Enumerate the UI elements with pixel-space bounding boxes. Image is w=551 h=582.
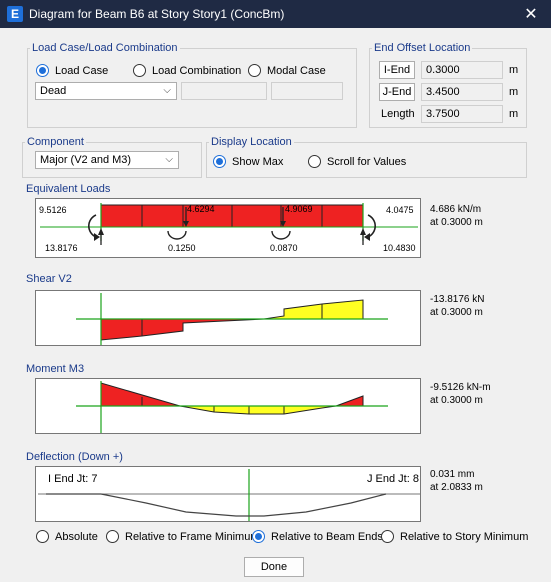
moment-arc-mid-1 — [167, 230, 187, 240]
radio-show-max-label: Show Max — [232, 155, 284, 168]
radio-relative-frame-min[interactable]: Relative to Frame Minimum — [106, 530, 259, 543]
radio-absolute[interactable]: Absolute — [36, 530, 98, 543]
radio-relative-beam-ends-dot[interactable] — [252, 530, 265, 543]
radio-load-case[interactable]: Load Case — [36, 64, 108, 77]
moment-svg — [76, 381, 388, 433]
title-bar: E Diagram for Beam B6 at Story Story1 (C… — [0, 0, 551, 28]
deflection-svg: I End Jt: 7 J End Jt: 8 — [38, 469, 420, 521]
radio-load-combination[interactable]: Load Combination — [133, 64, 241, 77]
right-reaction-text: 10.4830 — [383, 243, 416, 253]
component-legend: Component — [27, 136, 84, 148]
radio-load-case-dot[interactable] — [36, 64, 49, 77]
load-case-select-value: Dead — [40, 85, 67, 97]
moment-positive-mid — [179, 405, 337, 415]
moment-1-text: 0.1250 — [168, 243, 196, 253]
length-value: 3.7500 — [421, 105, 503, 123]
iend-button[interactable]: I-End — [379, 61, 415, 79]
shear-negative-region — [100, 318, 265, 341]
jend-value: 3.4500 — [421, 83, 503, 101]
shear-max-loc: at 0.3000 m — [430, 307, 483, 318]
iend-value: 0.3000 — [421, 61, 503, 79]
radio-relative-story-min-label: Relative to Story Minimum — [400, 530, 529, 543]
radio-relative-beam-ends-label: Relative to Beam Ends — [271, 530, 383, 543]
radio-absolute-dot[interactable] — [36, 530, 49, 543]
radio-relative-beam-ends[interactable]: Relative to Beam Ends — [252, 530, 383, 543]
radio-relative-story-min-dot[interactable] — [381, 530, 394, 543]
deflection-diagram: I End Jt: 7 J End Jt: 8 — [35, 466, 421, 522]
end-offset-legend: End Offset Location — [374, 42, 471, 54]
shear-diagram — [35, 290, 421, 346]
deflection-label: Deflection (Down +) — [26, 451, 123, 463]
deflection-max: 0.031 mm at 2.0833 m — [430, 468, 483, 494]
equivalent-loads-max-value: 4.686 kN/m — [430, 204, 482, 215]
radio-modal-case-label: Modal Case — [267, 64, 326, 77]
combo-disabled-field-2 — [271, 82, 343, 100]
shear-svg — [76, 293, 388, 345]
equivalent-loads-max: 4.686 kN/m at 0.3000 m — [430, 203, 483, 229]
moment-arc-mid-2 — [271, 230, 291, 240]
iend-unit: m — [509, 64, 519, 76]
combo-disabled-field-1 — [181, 82, 267, 100]
radio-show-max[interactable]: Show Max — [213, 155, 283, 168]
radio-absolute-label: Absolute — [55, 530, 98, 543]
chevron-down-icon: ⌵ — [163, 85, 171, 96]
moment-diagram — [35, 378, 421, 434]
app-logo-icon: E — [7, 6, 23, 22]
radio-load-case-label: Load Case — [55, 64, 109, 77]
done-button[interactable]: Done — [244, 557, 304, 577]
radio-relative-story-min[interactable]: Relative to Story Minimum — [381, 530, 528, 543]
length-unit: m — [509, 108, 519, 120]
equivalent-loads-label: Equivalent Loads — [26, 183, 111, 195]
shear-max-value: -13.8176 kN — [430, 294, 485, 305]
moment-label: Moment M3 — [26, 363, 85, 375]
close-button[interactable]: ✕ — [511, 0, 551, 28]
radio-load-combination-dot[interactable] — [133, 64, 146, 77]
left-reaction-text: 13.8176 — [45, 243, 78, 253]
point-load-2-text: 4.9069 — [285, 204, 313, 214]
left-moment-text: 9.5126 — [39, 205, 67, 215]
shear-max: -13.8176 kN at 0.3000 m — [430, 293, 484, 319]
chevron-down-icon: ⌵ — [165, 154, 173, 165]
radio-modal-case[interactable]: Modal Case — [248, 64, 326, 77]
reaction-arrowhead-left — [98, 228, 104, 235]
moment-2-text: 0.0870 — [270, 243, 298, 253]
radio-scroll-values-dot[interactable] — [308, 155, 321, 168]
shear-positive-region — [263, 299, 364, 320]
radio-modal-case-dot[interactable] — [248, 64, 261, 77]
deflection-max-loc: at 2.0833 m — [430, 482, 483, 493]
component-select-value: Major (V2 and M3) — [40, 154, 132, 166]
i-end-joint-text: I End Jt: 7 — [48, 473, 98, 485]
moment-negative-left — [100, 382, 181, 407]
equivalent-loads-diagram: 9.5126 4.0475 13.8176 10.4830 4.6294 4.9… — [35, 198, 421, 258]
moment-negative-right — [335, 395, 364, 407]
equivalent-loads-max-loc: at 0.3000 m — [430, 217, 483, 228]
load-case-legend: Load Case/Load Combination — [32, 42, 178, 54]
shear-label: Shear V2 — [26, 273, 72, 285]
window-title: Diagram for Beam B6 at Story Story1 (Con… — [29, 7, 285, 21]
radio-scroll-values-label: Scroll for Values — [327, 155, 407, 168]
jend-unit: m — [509, 86, 519, 98]
deflection-curve — [46, 493, 387, 517]
component-select[interactable]: Major (V2 and M3) ⌵ — [35, 151, 179, 169]
radio-relative-frame-min-label: Relative to Frame Minimum — [125, 530, 260, 543]
right-moment-text: 4.0475 — [386, 205, 414, 215]
moment-max: -9.5126 kN-m at 0.3000 m — [430, 381, 491, 407]
load-case-select[interactable]: Dead ⌵ — [35, 82, 177, 100]
radio-load-combination-label: Load Combination — [152, 64, 242, 77]
moment-max-value: -9.5126 kN-m — [430, 382, 491, 393]
radio-scroll-values[interactable]: Scroll for Values — [308, 155, 406, 168]
deflection-max-value: 0.031 mm — [430, 469, 475, 480]
jend-button[interactable]: J-End — [379, 83, 415, 101]
length-label: Length — [381, 108, 415, 120]
radio-relative-frame-min-dot[interactable] — [106, 530, 119, 543]
radio-show-max-dot[interactable] — [213, 155, 226, 168]
moment-max-loc: at 0.3000 m — [430, 395, 483, 406]
equivalent-loads-svg: 9.5126 4.0475 13.8176 10.4830 4.6294 4.9… — [39, 203, 418, 253]
point-load-1-text: 4.6294 — [187, 204, 215, 214]
display-location-legend: Display Location — [211, 136, 292, 148]
reaction-arrowhead-right — [360, 228, 366, 235]
j-end-joint-text: J End Jt: 8 — [367, 473, 419, 485]
